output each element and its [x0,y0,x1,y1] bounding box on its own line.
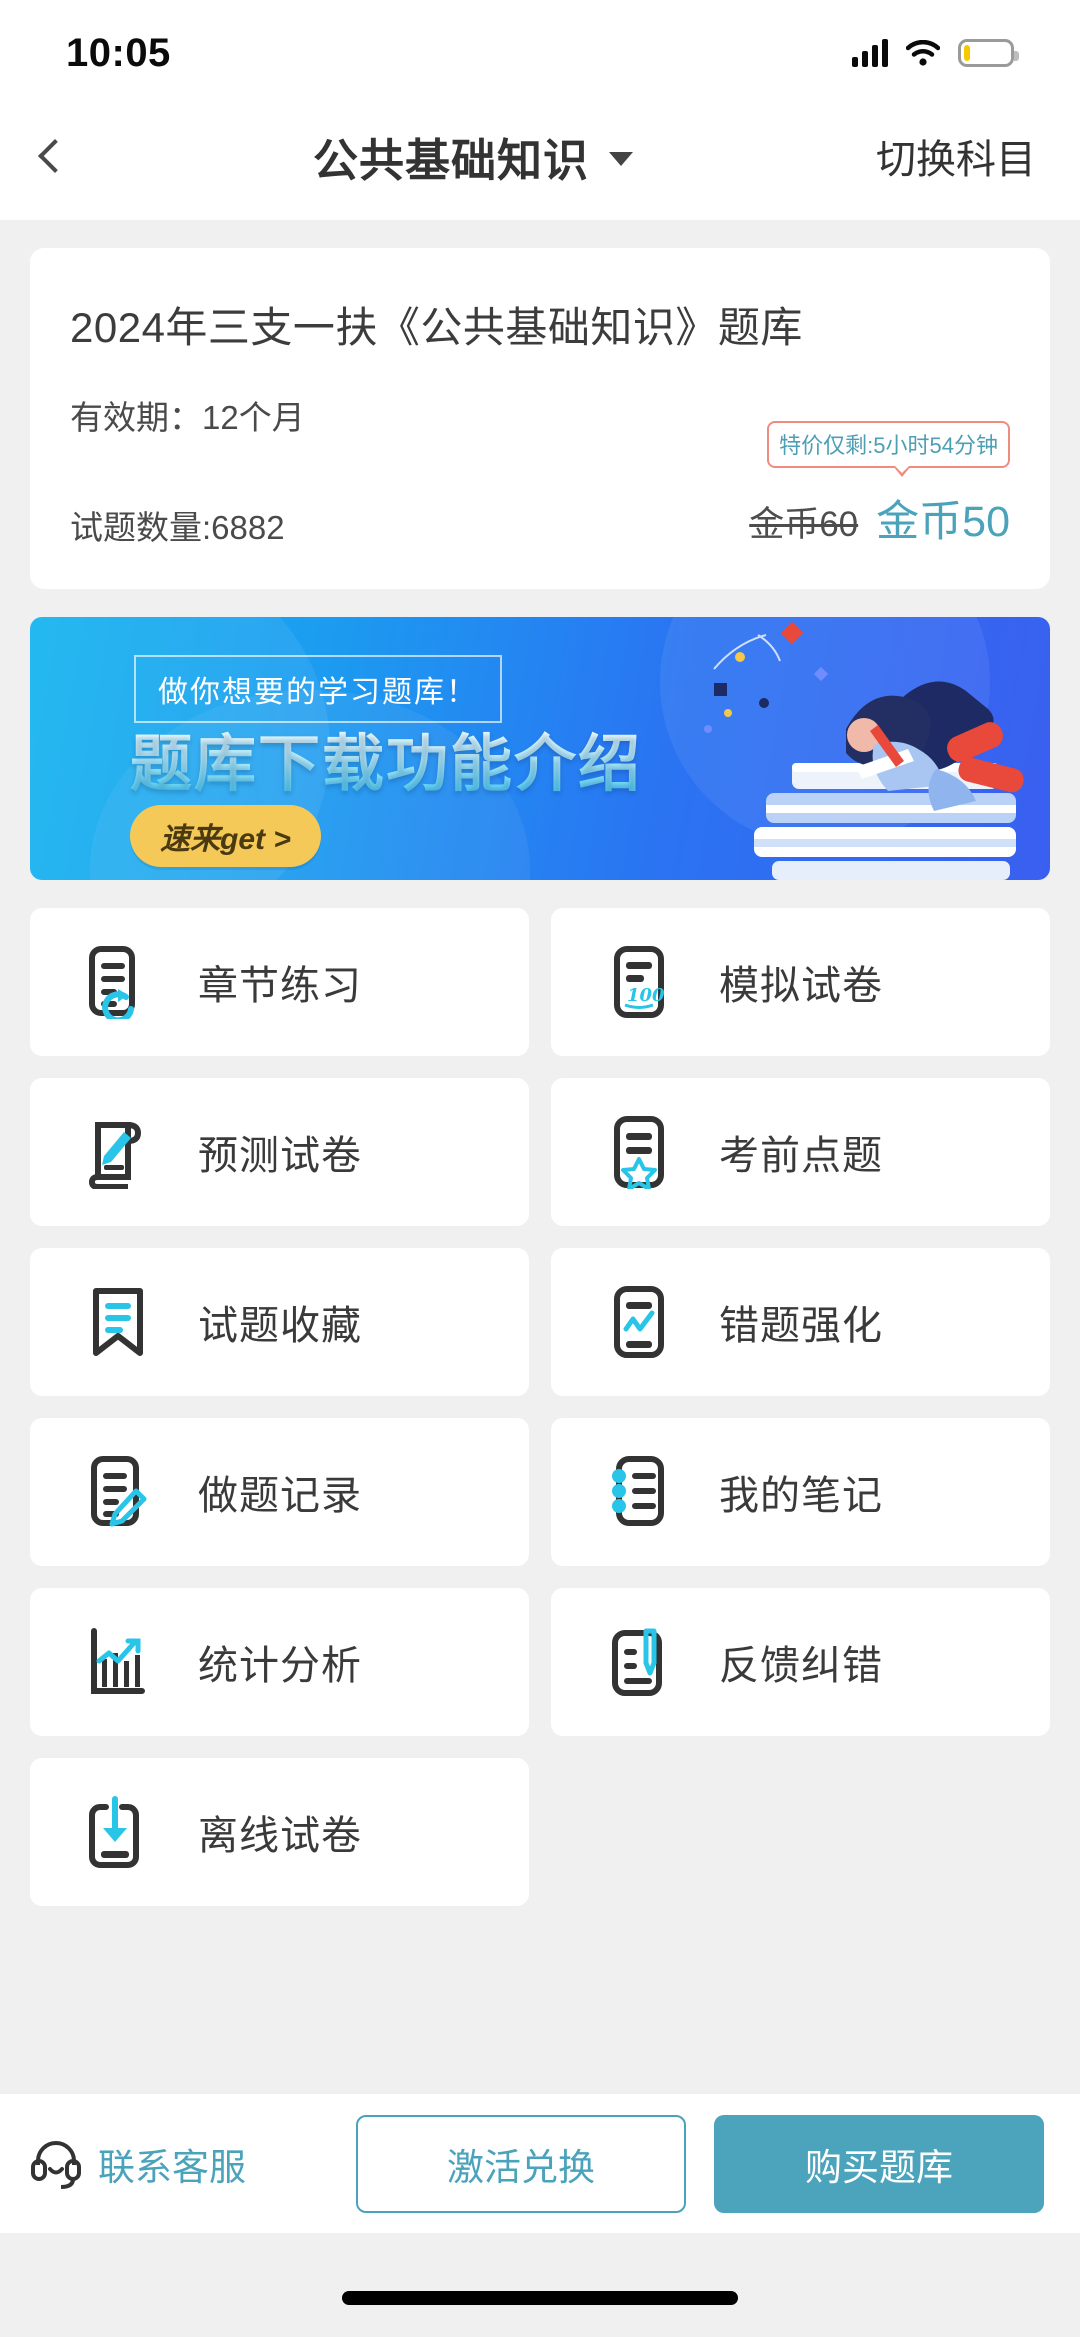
bank-question-count: 试题数量:6882 [70,509,285,546]
banner-title: 题库下载功能介绍 [130,713,642,803]
tile-prediction-paper[interactable]: 预测试卷 [30,1078,529,1226]
switch-subject-button[interactable]: 切换科目 [876,127,1080,185]
signal-bars-icon [852,39,888,67]
tile-label: 我的笔记 [719,1474,883,1518]
contact-service-label: 联系客服 [98,2146,246,2188]
download-document-icon [84,1795,152,1869]
bank-title: 2024年三支一扶《公共基础知识》题库 [70,304,803,351]
tile-favorites[interactable]: 试题收藏 [30,1248,529,1396]
tile-statistics[interactable]: 统计分析 [30,1588,529,1736]
banner-cta-button[interactable]: 速来get > [130,805,321,867]
promo-banner[interactable]: 做你想要的学习题库！ 题库下载功能介绍 速来get > [30,617,1050,880]
buy-question-bank-button[interactable]: 购买题库 [714,2114,1044,2213]
bar-chart-trend-icon [84,1625,152,1699]
activate-redeem-button[interactable]: 激活兑换 [356,2114,686,2213]
caret-down-icon [609,152,633,166]
tile-label: 模拟试卷 [719,964,883,1008]
document-pen-feedback-icon [605,1625,673,1699]
tile-label: 统计分析 [198,1644,362,1688]
document-score-100-icon: 100 [605,945,673,1019]
person-studying-on-books-illustration [696,617,1026,880]
headset-icon [28,2133,84,2194]
tile-label: 预测试卷 [198,1134,362,1178]
tile-feedback[interactable]: 反馈纠错 [551,1588,1050,1736]
question-bank-info-card[interactable]: 2024年三支一扶《公共基础知识》题库 有效期：12个月 试题数量:6882 特… [30,248,1050,589]
document-checkline-icon [605,1285,673,1359]
tile-label: 错题强化 [719,1304,883,1348]
status-time: 10:05 [66,30,171,75]
battery-low-icon [958,39,1019,67]
tile-label: 反馈纠错 [719,1644,883,1688]
tile-label: 章节练习 [198,964,362,1008]
feature-grid: 章节练习 100 模拟试卷 预测试卷 考前点题 试题收藏 错题强化 做题记录 我… [30,908,1050,1906]
tile-mock-exam[interactable]: 100 模拟试卷 [551,908,1050,1056]
notebook-spiral-icon [605,1455,673,1529]
chevron-left-icon [38,139,72,173]
tile-practice-records[interactable]: 做题记录 [30,1418,529,1566]
tile-exam-highlights[interactable]: 考前点题 [551,1078,1050,1226]
svg-text:100: 100 [627,985,665,1006]
document-refresh-icon [84,945,152,1024]
document-star-icon [605,1115,673,1191]
status-bar: 10:05 [0,0,1080,92]
bottom-action-bar: 联系客服 激活兑换 购买题库 [0,2093,1080,2233]
tile-chapter-practice[interactable]: 章节练习 [30,908,529,1056]
document-pencil-icon [84,1455,152,1529]
promo-countdown-badge: 特价仅剩:5小时54分钟 [767,421,1010,477]
tile-offline-papers[interactable]: 离线试卷 [30,1758,529,1906]
price-original: 金币60 [749,505,859,544]
tile-label: 考前点题 [719,1134,883,1178]
page-title: 公共基础知识 [312,134,589,186]
contact-service-button[interactable]: 联系客服 [28,2133,328,2194]
home-indicator-area [0,2233,1080,2337]
tile-my-notes[interactable]: 我的笔记 [551,1418,1050,1566]
navigation-bar: 公共基础知识 切换科目 [0,92,1080,220]
scroll-content: 2024年三支一扶《公共基础知识》题库 有效期：12个月 试题数量:6882 特… [0,220,1080,2093]
scroll-pen-icon [84,1115,152,1190]
bookmark-lines-icon [84,1285,152,1359]
tile-label: 做题记录 [198,1474,362,1518]
tile-label: 离线试卷 [198,1814,362,1858]
tile-wrong-questions[interactable]: 错题强化 [551,1248,1050,1396]
wifi-icon [905,39,941,66]
price-current: 金币50 [876,498,1010,546]
price-block: 特价仅剩:5小时54分钟 金币60 金币50 [749,421,1010,549]
bank-meta-row: 试题数量:6882 特价仅剩:5小时54分钟 金币60 金币50 [70,421,1010,549]
tile-label: 试题收藏 [198,1304,362,1348]
status-icons [852,39,1019,67]
home-indicator[interactable] [342,2291,738,2305]
subject-selector[interactable]: 公共基础知识 [70,124,876,189]
app-screen: 10:05 公共基础知识 切换科目 2024年三支一扶《公共基础知识》题库 有效… [0,0,1080,2337]
